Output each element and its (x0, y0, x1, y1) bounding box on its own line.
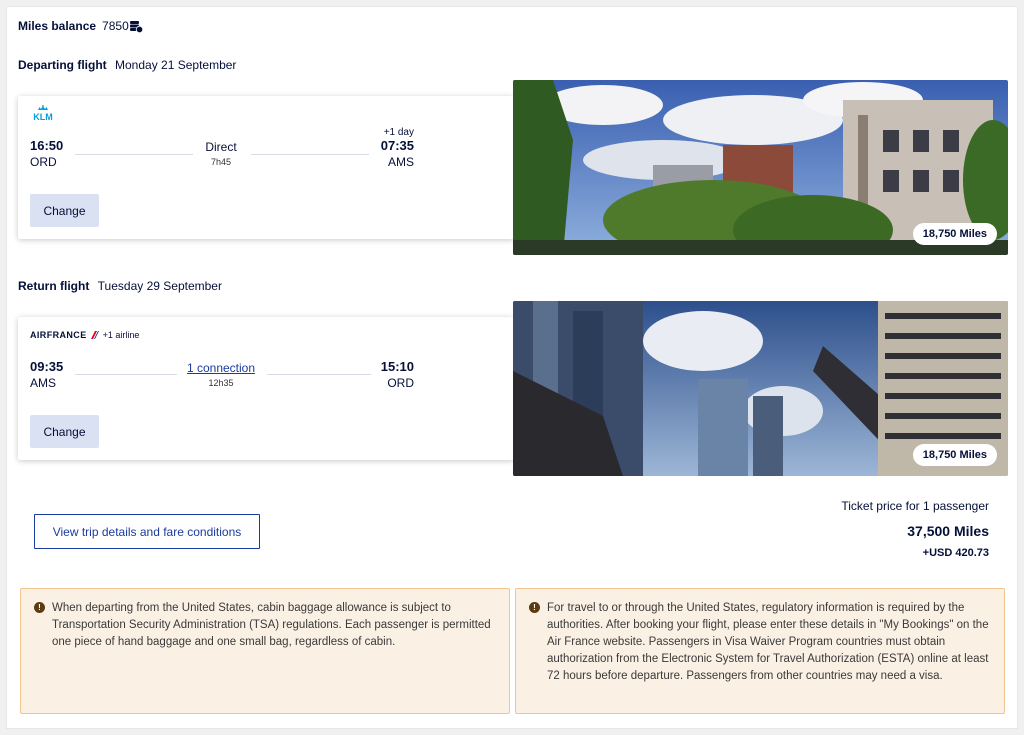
return-miles-badge: 18,750 Miles (912, 444, 997, 466)
klm-logo-text: KLM (33, 112, 53, 121)
return-flight-heading: Return flight Tuesday 29 September (18, 279, 222, 293)
departing-flight-card: KLM 16:50 ORD Direct 7h45 +1 day 07:35 A… (18, 96, 514, 239)
return-flight-card: AIRFRANCE +1 airline 09:35 AMS 1 connect… (18, 317, 514, 460)
additional-airline-label: +1 airline (102, 330, 140, 340)
klm-logo: KLM (30, 105, 56, 126)
miles-balance-label: Miles balance (18, 19, 97, 33)
return-arrival-airport: ORD (387, 376, 414, 390)
booking-summary-page: Miles balance 7850 Departing flight Mond… (6, 6, 1018, 729)
return-arrival-time: 15:10 (380, 359, 414, 374)
chicago-destination-image: 18,750 Miles (513, 301, 1008, 476)
return-departure-time: 09:35 (30, 359, 64, 374)
return-flight-duration: 12h35 (208, 378, 234, 388)
departing-flight-heading: Departing flight Monday 21 September (18, 58, 236, 72)
price-label: Ticket price for 1 passenger (841, 499, 989, 513)
departing-miles-badge: 18,750 Miles (912, 223, 997, 245)
view-trip-details-button[interactable]: View trip details and fare conditions (34, 514, 260, 549)
day-offset: +1 day (383, 127, 414, 138)
amsterdam-destination-image: 18,750 Miles (513, 80, 1008, 255)
return-route-line-right (267, 374, 371, 375)
miles-coin-icon (129, 20, 143, 34)
route-line-left (75, 154, 193, 155)
departing-flight-date: Monday 21 September (115, 58, 237, 72)
miles-balance-value: 7850 (102, 19, 129, 33)
return-departure-airport: AMS (30, 376, 57, 390)
route-line-right (251, 154, 369, 155)
miles-balance: Miles balance 7850 (18, 19, 143, 34)
departing-times-row: 16:50 ORD Direct 7h45 +1 day 07:35 AMS (30, 126, 414, 169)
esta-notice: ! For travel to or through the United St… (515, 588, 1005, 714)
airfrance-logo: AIRFRANCE +1 airline (30, 330, 139, 340)
airfrance-stripe-icon (90, 331, 99, 339)
arrival-airport: AMS (387, 155, 414, 169)
return-times-row: 09:35 AMS 1 connection 12h35 15:10 ORD (30, 347, 414, 390)
esta-notice-text: For travel to or through the United Stat… (547, 602, 989, 682)
tsa-baggage-notice: ! When departing from the United States,… (20, 588, 510, 714)
return-flight-date: Tuesday 29 September (97, 279, 222, 293)
airfrance-logo-text: AIRFRANCE (30, 330, 87, 340)
tsa-notice-text: When departing from the United States, c… (52, 602, 491, 648)
warning-icon: ! (34, 602, 45, 613)
total-miles-price: 37,500 Miles (907, 523, 989, 539)
arrival-time: 07:35 (380, 138, 414, 153)
connection-details-link[interactable]: 1 connection (161, 361, 281, 375)
departure-time: 16:50 (30, 138, 64, 153)
departure-airport: ORD (30, 155, 57, 169)
stops-label: Direct (205, 140, 237, 154)
return-flight-label: Return flight (18, 279, 90, 293)
change-return-flight-button[interactable]: Change (30, 415, 99, 448)
warning-icon: ! (529, 602, 540, 613)
flight-duration: 7h45 (210, 157, 232, 167)
change-departing-flight-button[interactable]: Change (30, 194, 99, 227)
total-usd-price: +USD 420.73 (922, 547, 989, 559)
departing-flight-label: Departing flight (18, 58, 107, 72)
